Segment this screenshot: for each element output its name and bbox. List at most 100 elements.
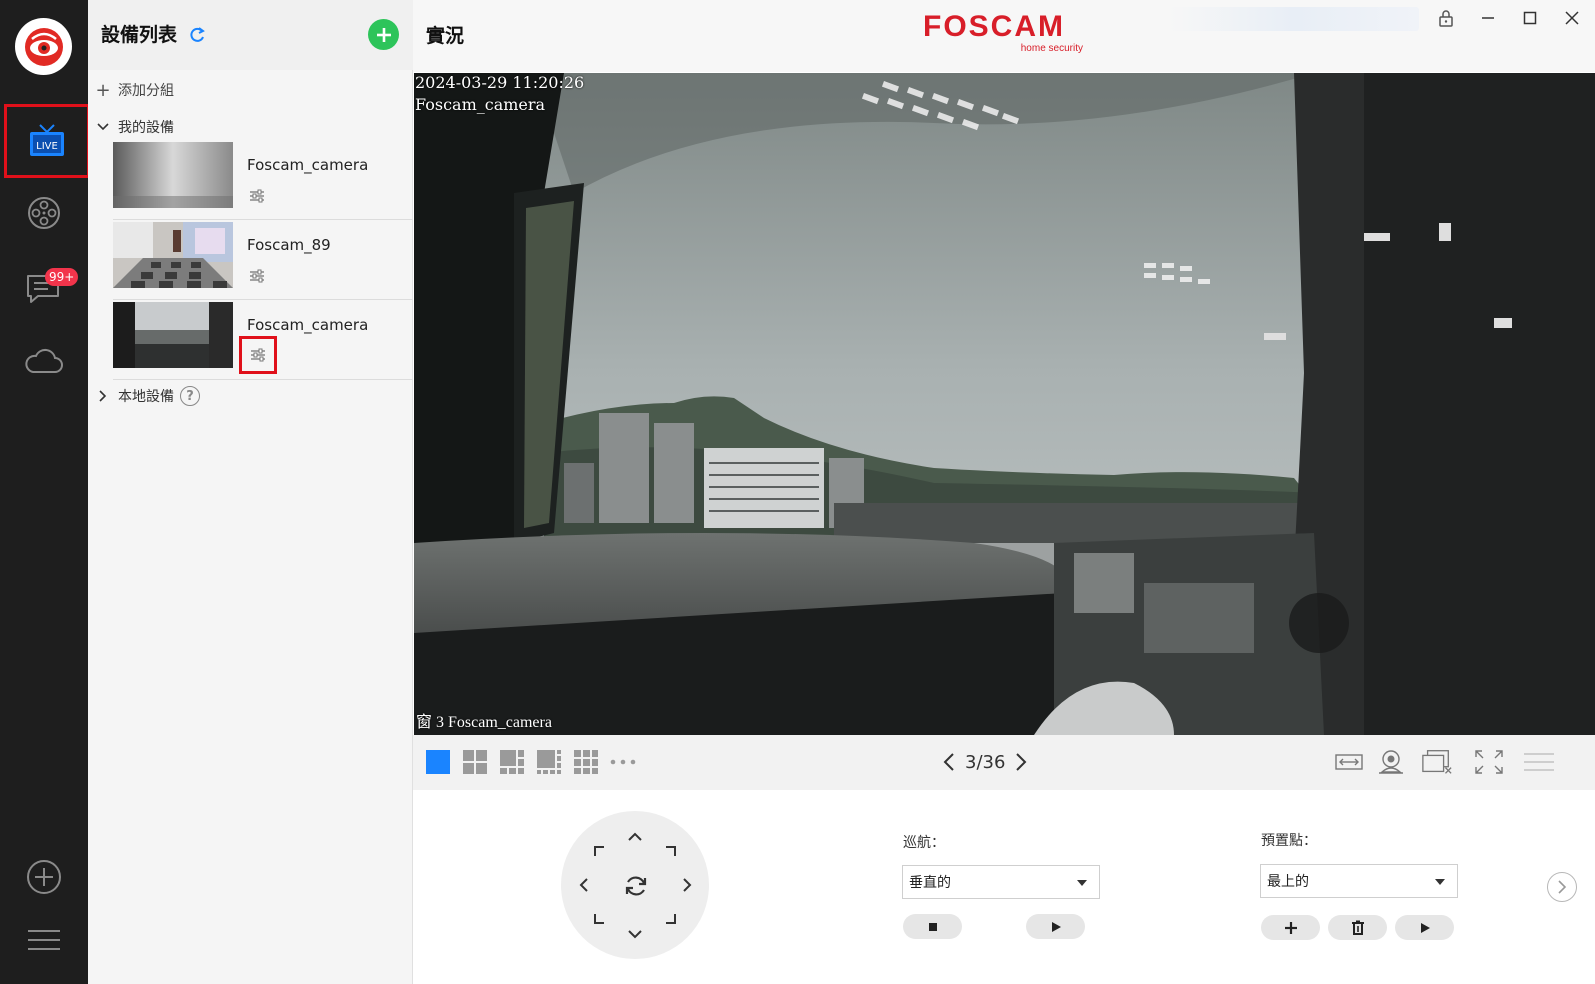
fullscreen-icon[interactable] [1473,746,1505,778]
ptz-down-left-button[interactable] [588,908,610,930]
ptz-up-right-button[interactable] [660,840,682,862]
ptz-right-button[interactable] [676,874,698,896]
device-settings-icon[interactable] [239,336,277,374]
brand-logo: FOSCAM home security [923,10,1083,55]
close-button[interactable] [1559,6,1585,30]
device-settings-icon[interactable] [246,185,268,207]
layout-9-button[interactable] [572,748,600,776]
app-logo [15,18,72,75]
account-banner [1169,7,1419,31]
maximize-button[interactable] [1517,6,1543,30]
my-devices-group[interactable]: 我的設備 [88,115,413,139]
device-thumbnail [113,142,233,208]
dropdown-caret-icon [1435,879,1445,885]
live-video-view[interactable]: 2024-03-29 11:20:26 Foscam_camera 窗 3 Fo… [414,73,1595,735]
chevron-right-icon [1558,880,1567,894]
device-name: Foscam_89 [247,236,331,254]
message-count-badge: 99+ [45,268,79,286]
panel-menu-icon[interactable] [1523,746,1555,778]
device-thumbnail [113,222,233,288]
video-window-label: 窗 3 Foscam_camera [416,714,552,731]
video-camera-osd: Foscam_camera [415,95,546,114]
refresh-icon[interactable] [187,25,207,49]
device-name: Foscam_camera [247,316,369,334]
device-item[interactable]: Foscam_camera [113,302,413,380]
trash-icon [1351,920,1364,935]
more-dots-icon [610,759,636,765]
preset-go-button[interactable] [1395,915,1454,940]
aspect-ratio-icon[interactable] [1333,746,1365,778]
layout-8-button[interactable] [535,748,563,776]
playback-reel-icon [28,197,60,229]
chevron-right-icon [88,390,118,402]
sidebar-item-live[interactable]: LIVE [4,104,90,178]
cruise-stop-button[interactable] [903,914,962,939]
add-group-button[interactable]: + 添加分組 [88,78,413,102]
sidebar-item-playback[interactable] [0,178,88,248]
ptz-control-pad [561,811,709,959]
menu-icon [28,930,60,950]
layout-single-icon [426,750,450,774]
video-timestamp: 2024-03-29 11:20:26 [415,73,585,92]
ptz-reset-icon[interactable] [623,873,649,899]
layout-4-button[interactable] [461,748,489,776]
my-devices-label: 我的設備 [118,120,174,136]
device-thumbnail [113,302,233,368]
title-bar: 實況 FOSCAM home security [413,0,1595,72]
ptz-up-button[interactable] [624,825,646,847]
chevron-left-icon[interactable] [943,752,955,772]
device-panel: 設備列表 + 添加分組 我的設備 Foscam_camera Foscam_89… [88,0,413,984]
add-circle-icon [27,860,61,894]
chevron-right-icon[interactable] [1015,752,1027,772]
layout-6-icon [500,750,524,774]
layout-4-icon [463,750,487,774]
device-item[interactable]: Foscam_89 [113,222,413,300]
device-name: Foscam_camera [247,156,369,174]
sidebar-item-menu[interactable] [0,905,88,975]
preset-add-button[interactable] [1261,915,1320,940]
plus-icon [376,27,391,42]
local-devices-label: 本地設備 [118,389,174,405]
chevron-down-icon [88,123,118,131]
foscam-eye-logo-icon [24,27,63,66]
webcam-icon[interactable] [1375,746,1407,778]
add-device-button[interactable] [368,19,399,50]
lock-icon[interactable] [1433,6,1459,30]
play-icon [1051,921,1061,932]
preset-label: 預置點： [1261,833,1317,849]
device-panel-header: 設備列表 [88,0,413,70]
page-indicator: 3/36 [965,751,1006,773]
live-tv-icon: LIVE [30,124,64,156]
page-title: 實況 [426,25,465,47]
device-item[interactable]: Foscam_camera [113,142,413,220]
sidebar-item-messages[interactable] [0,252,88,322]
left-rail: LIVE 99+ [0,0,90,984]
minimize-button[interactable] [1475,6,1501,30]
sidebar-item-add[interactable] [0,842,88,912]
ptz-down-button[interactable] [624,923,646,945]
app-window: LIVE 99+ 設備列表 + 添加分組 我的設備 Foscam_camera … [0,0,1595,984]
more-layouts-button[interactable] [609,748,637,776]
next-panel-button[interactable] [1547,872,1577,902]
sidebar-item-cloud[interactable] [0,326,88,396]
layout-1-button[interactable] [424,748,452,776]
device-list-title: 設備列表 [101,24,178,46]
help-icon[interactable]: ? [180,386,200,406]
ptz-up-left-button[interactable] [588,840,610,862]
layout-6-button[interactable] [498,748,526,776]
video-toolbar: 3/36 [413,735,1595,790]
camera-feed-image [414,73,1595,735]
local-devices-group[interactable]: 本地設備 ? [88,384,413,408]
plus-icon [1284,921,1297,934]
cruise-play-button[interactable] [1026,914,1085,939]
ptz-down-right-button[interactable] [660,908,682,930]
add-group-label: 添加分組 [118,83,174,99]
cruise-select[interactable]: 垂直的 [902,865,1100,899]
ptz-left-button[interactable] [572,874,594,896]
stop-icon [928,922,937,931]
plus-icon: + [95,79,111,101]
close-all-windows-icon[interactable] [1421,746,1453,778]
preset-delete-button[interactable] [1328,915,1387,940]
preset-select[interactable]: 最上的 [1260,864,1458,898]
device-settings-icon[interactable] [246,265,268,287]
